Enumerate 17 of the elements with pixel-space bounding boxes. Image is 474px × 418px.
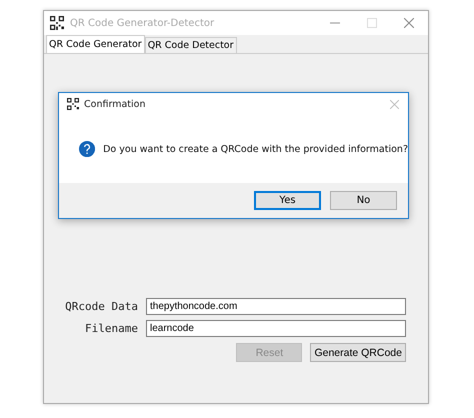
input-field[interactable]: thepythoncode.com [146,298,406,315]
tab[interactable]: QR Code Generator [46,35,145,53]
dialog-title: Confirmation [84,98,146,110]
form-button[interactable]: Generate QRCode [310,343,406,362]
dialog-button[interactable]: Yes [254,191,321,210]
window-title: QR Code Generator-Detector [70,18,214,28]
dialog-message: Do you want to create a QRCode with the provided information? [103,144,408,154]
qr-code-icon [67,98,79,110]
field-label: Filename [84,322,139,335]
qr-code-icon [50,16,64,30]
close-icon[interactable] [404,18,414,28]
dialog-button[interactable]: No [330,191,397,210]
input-field[interactable]: learncode [146,320,406,337]
close-icon[interactable] [390,100,399,108]
tab[interactable]: QR Code Detector [144,37,237,53]
field-label: QRcode Data [64,300,139,313]
minimize-icon[interactable] [330,22,340,24]
